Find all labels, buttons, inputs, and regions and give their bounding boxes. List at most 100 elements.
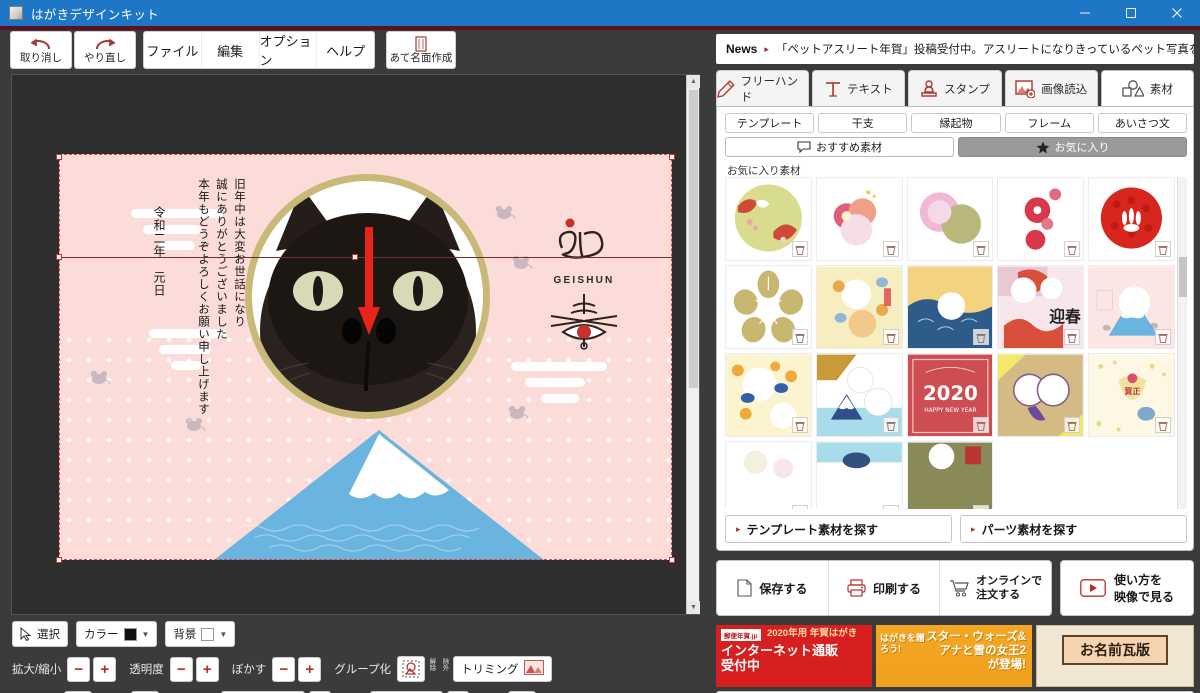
category-template[interactable]: テンプレート xyxy=(725,113,815,133)
delete-material-icon[interactable] xyxy=(973,241,990,257)
selection-handle-tr[interactable] xyxy=(669,154,675,160)
scroll-down-icon[interactable]: ▼ xyxy=(687,601,700,614)
material-thumbnail[interactable] xyxy=(815,265,903,349)
menu-options[interactable]: オプション xyxy=(260,32,318,68)
delete-material-icon[interactable] xyxy=(973,417,990,433)
material-thumbnail[interactable] xyxy=(815,353,903,437)
category-zodiac[interactable]: 干支 xyxy=(818,113,908,133)
material-thumbnail[interactable] xyxy=(997,177,1085,261)
scroll-up-icon[interactable]: ▲ xyxy=(687,75,700,88)
selection-handle-ml[interactable] xyxy=(56,254,62,260)
delete-material-icon[interactable] xyxy=(1064,241,1081,257)
greeting-line-1[interactable]: 旧年中は大変お世話になり xyxy=(231,178,248,448)
trim-button[interactable]: トリミング xyxy=(453,656,552,682)
opacity-increase-button[interactable]: + xyxy=(195,656,219,682)
delete-material-icon[interactable] xyxy=(791,241,808,257)
scale-decrease-button[interactable]: − xyxy=(67,656,91,682)
color-swatch[interactable] xyxy=(123,627,137,641)
material-thumbnail[interactable] xyxy=(725,353,812,437)
selection-handle-bl[interactable] xyxy=(56,557,62,563)
ad-onamae-kawaraban[interactable]: お名前瓦版 xyxy=(1036,625,1194,687)
select-tool-button[interactable]: 選択 xyxy=(12,621,68,647)
material-thumbnail[interactable] xyxy=(997,353,1085,437)
material-thumbnail[interactable]: 迎春 xyxy=(997,265,1085,349)
segment-favorites[interactable]: お気に入り xyxy=(958,137,1187,157)
materials-scrollbar[interactable] xyxy=(1177,177,1187,509)
postcard-design[interactable]: 旧年中は大変お世話になり 誠にありがとうございました 本年もどうぞよろしくお願い… xyxy=(59,154,672,560)
delete-material-icon[interactable] xyxy=(1155,241,1171,257)
scrollbar-thumb[interactable] xyxy=(688,89,699,389)
selection-handle-tl[interactable] xyxy=(56,154,62,160)
delete-material-icon[interactable] xyxy=(882,329,899,345)
material-thumbnail[interactable] xyxy=(906,177,994,261)
tab-text[interactable]: テキスト xyxy=(812,70,906,106)
ad-yubin-nenga[interactable]: 郵便年賀.jp 2020年用 年賀はがき インターネット通販 受付中 xyxy=(716,625,872,687)
group-button[interactable] xyxy=(397,656,426,682)
minimize-button[interactable] xyxy=(1062,0,1108,26)
redo-button[interactable]: やり直し xyxy=(74,31,136,69)
delete-material-icon[interactable] xyxy=(1064,329,1081,345)
blur-decrease-button[interactable]: − xyxy=(272,656,296,682)
segment-recommended[interactable]: おすすめ素材 xyxy=(725,137,954,157)
canvas-viewport[interactable]: 旧年中は大変お世話になり 誠にありがとうございました 本年もどうぞよろしくお願い… xyxy=(11,74,700,615)
material-thumbnail[interactable] xyxy=(725,265,812,349)
category-frame[interactable]: フレーム xyxy=(1004,113,1094,133)
search-template-materials-button[interactable]: ▸ テンプレート素材を探す xyxy=(725,515,952,543)
delete-material-icon[interactable] xyxy=(791,417,808,433)
greeting-line-3[interactable]: 本年もどうぞよろしくお願い申し上げます xyxy=(195,178,212,448)
scale-increase-button[interactable]: + xyxy=(93,656,117,682)
material-thumbnail[interactable] xyxy=(1088,177,1175,261)
menu-file[interactable]: ファイル xyxy=(144,32,202,68)
material-thumbnail[interactable] xyxy=(815,441,903,509)
material-thumbnail[interactable] xyxy=(906,441,994,509)
category-greeting[interactable]: あいさつ文 xyxy=(1097,113,1188,133)
ad-hagaki-okurou[interactable]: はがきを贈ろう! スター・ウォーズ& アナと雪の女王2 が登場! xyxy=(876,625,1032,687)
delete-material-icon[interactable] xyxy=(973,329,990,345)
menu-help[interactable]: ヘルプ xyxy=(317,32,374,68)
blur-increase-button[interactable]: + xyxy=(298,656,322,682)
delete-material-icon[interactable] xyxy=(791,329,808,345)
chevron-down-icon[interactable]: ▼ xyxy=(142,630,150,639)
material-thumbnail[interactable] xyxy=(815,177,903,261)
save-button[interactable]: 保存する xyxy=(717,561,829,615)
opacity-decrease-button[interactable]: − xyxy=(169,656,193,682)
menu-edit[interactable]: 編集 xyxy=(202,32,260,68)
delete-material-icon[interactable] xyxy=(1155,329,1171,345)
tab-stamp[interactable]: スタンプ xyxy=(908,70,1002,106)
color-picker-button[interactable]: カラー ▼ xyxy=(76,621,158,647)
delete-material-icon[interactable] xyxy=(791,505,808,509)
geishun-logo[interactable]: GEISHUN xyxy=(544,214,624,353)
greeting-line-2[interactable]: 誠にありがとうございました xyxy=(213,178,230,448)
material-thumbnail[interactable]: 賀正 xyxy=(1088,353,1175,437)
scrollbar-thumb[interactable] xyxy=(1179,257,1187,297)
undo-button[interactable]: 取り消し xyxy=(10,31,72,69)
address-side-button[interactable]: あて名面作成 xyxy=(386,31,456,69)
material-thumbnail[interactable] xyxy=(725,177,812,261)
close-button[interactable] xyxy=(1154,0,1200,26)
delete-material-icon[interactable] xyxy=(882,505,899,509)
tab-materials[interactable]: 素材 xyxy=(1100,70,1195,106)
background-swatch[interactable] xyxy=(201,627,215,641)
delete-material-icon[interactable] xyxy=(882,417,899,433)
background-picker-button[interactable]: 背景 ▼ xyxy=(165,621,236,647)
material-thumbnail[interactable] xyxy=(906,265,994,349)
online-order-button[interactable]: オンラインで 注文する xyxy=(940,561,1051,615)
print-button[interactable]: 印刷する xyxy=(829,561,941,615)
selection-handle-br[interactable] xyxy=(669,557,675,563)
tab-freehand[interactable]: フリーハンド xyxy=(716,70,810,106)
delete-material-icon[interactable] xyxy=(1155,417,1171,433)
canvas-scrollbar-vertical[interactable]: ▲ ▼ xyxy=(686,75,700,614)
delete-material-icon[interactable] xyxy=(882,241,899,257)
howto-video-button[interactable]: 使い方を 映像で見る xyxy=(1060,560,1194,616)
delete-material-icon[interactable] xyxy=(1064,417,1081,433)
material-thumbnail[interactable] xyxy=(1088,265,1175,349)
maximize-button[interactable] xyxy=(1108,0,1154,26)
tab-image-import[interactable]: 画像読込 xyxy=(1004,70,1098,106)
delete-material-icon[interactable] xyxy=(973,505,990,509)
material-thumbnail[interactable] xyxy=(725,441,812,509)
material-thumbnail[interactable]: 2020 HAPPY NEW YEAR xyxy=(906,353,994,437)
chevron-down-icon[interactable]: ▼ xyxy=(219,630,227,639)
news-banner[interactable]: News ▸ 「ペットアスリート年賀」投稿受付中。アスリートになりきっているペッ… xyxy=(716,34,1194,64)
category-lucky-charm[interactable]: 縁起物 xyxy=(911,113,1001,133)
materials-grid-wrapper[interactable]: 迎春 2020 HAPPY NEW YEAR 賀正 xyxy=(725,177,1187,509)
